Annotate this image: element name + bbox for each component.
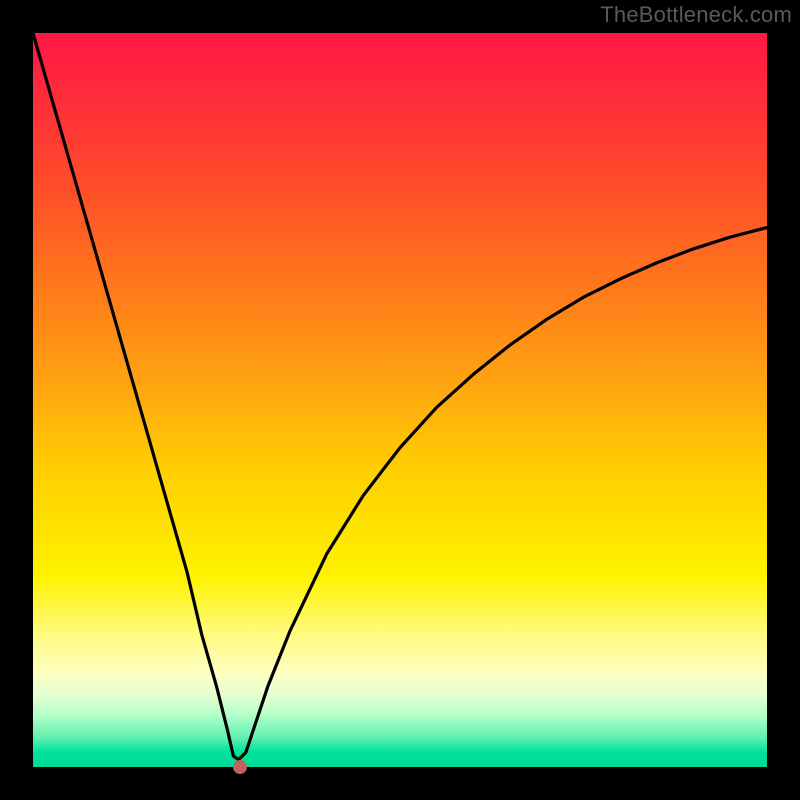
watermark-text: TheBottleneck.com	[600, 2, 792, 28]
bottleneck-curve	[33, 33, 767, 767]
plot-area	[33, 33, 767, 767]
optimal-point-dot	[233, 760, 247, 774]
chart-frame: TheBottleneck.com	[0, 0, 800, 800]
